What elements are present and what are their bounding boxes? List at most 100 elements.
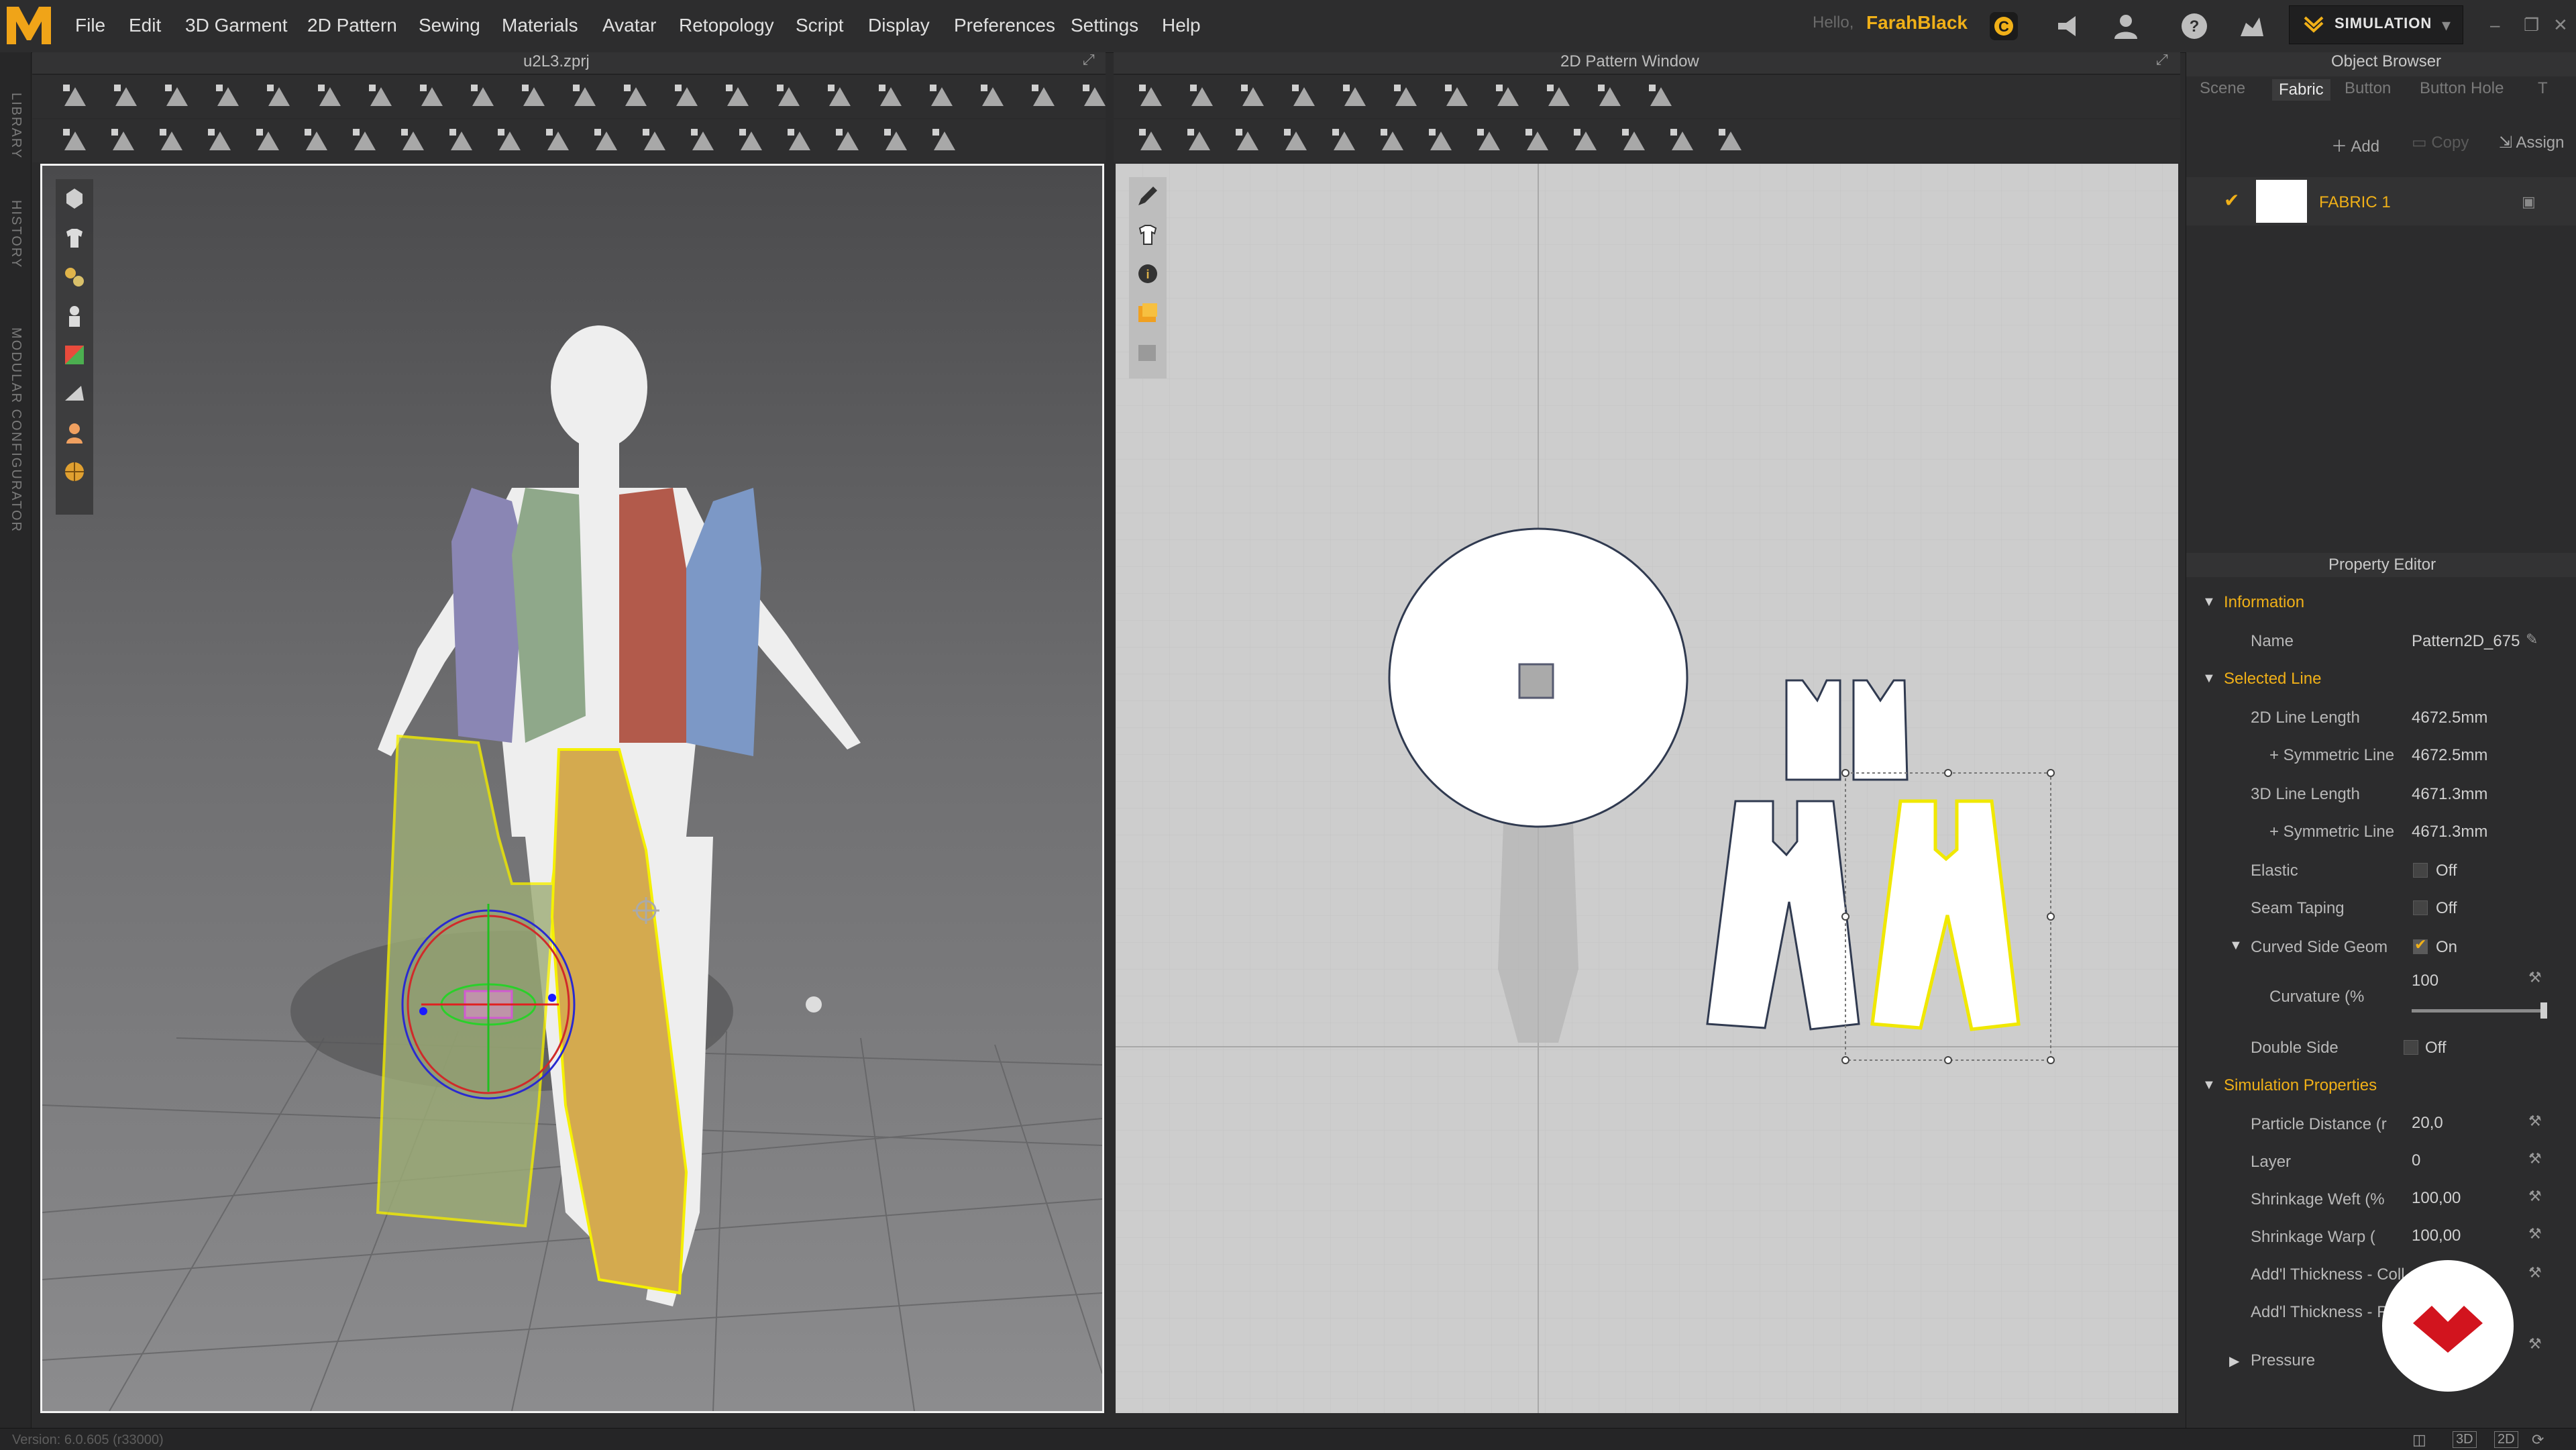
restore-icon[interactable]: ❐ [2524,15,2539,36]
pattern2d-tool-icon[interactable] [1338,79,1373,114]
pattern2d-tool-icon[interactable] [1424,123,1458,158]
modular-configurator-tab[interactable]: MODULAR CONFIGURATOR [8,327,23,533]
double-side-checkbox[interactable] [2404,1040,2418,1055]
fabric-color-icon[interactable] [1134,299,1161,326]
pattern2d-tool-icon[interactable] [1389,79,1424,114]
menu-help[interactable]: Help [1162,15,1201,36]
pattern2d-tool-icon[interactable] [1440,79,1474,114]
garment3d-tool-icon[interactable] [58,79,93,114]
garment3d-tool-icon[interactable] [517,79,551,114]
shading-icon[interactable] [61,380,88,407]
pattern2d-tool-icon[interactable] [1520,123,1555,158]
globe-icon[interactable] [61,458,88,485]
layers-icon[interactable] [1134,338,1161,365]
name-value[interactable]: Pattern2D_675 [2412,632,2520,651]
garment3d-tool-icon[interactable] [203,123,237,158]
wrench-icon[interactable]: ⚒ [2528,1150,2542,1168]
garment3d-tool-icon[interactable] [262,79,297,114]
garment3d-tool-icon[interactable] [771,79,806,114]
wrench-icon[interactable]: ⚒ [2528,1225,2542,1243]
pattern2d-tool-icon[interactable] [1279,123,1313,158]
garment3d-tool-icon[interactable] [927,123,962,158]
garment3d-tool-icon[interactable] [873,79,908,114]
expand-triangle-icon[interactable]: ▶ [2229,1353,2239,1369]
library-tab[interactable]: LIBRARY [8,93,23,159]
pattern2d-tool-icon[interactable] [1491,79,1525,114]
section-information[interactable]: Information [2224,593,2304,612]
collapse-triangle-icon[interactable]: ▼ [2202,594,2216,610]
avatar-mode-icon[interactable] [2237,11,2267,42]
garment3d-tool-icon[interactable] [589,123,624,158]
seam-taping-checkbox[interactable] [2413,900,2428,915]
collapse-triangle-icon[interactable]: ▼ [2202,1078,2216,1093]
garment3d-tool-icon[interactable] [492,123,527,158]
menu-edit[interactable]: Edit [129,15,161,36]
garment3d-tool-icon[interactable] [830,123,865,158]
pattern2d-tool-icon[interactable] [1287,79,1322,114]
menu-materials[interactable]: Materials [502,15,578,36]
texture-icon[interactable] [61,264,88,291]
pattern2d-tool-icon[interactable] [1568,123,1603,158]
garment3d-tool-icon[interactable] [782,123,817,158]
pattern2d-tool-icon[interactable] [1713,123,1748,158]
menu-display[interactable]: Display [868,15,930,36]
pattern2d-tool-icon[interactable] [1593,79,1627,114]
garment3d-tool-icon[interactable] [466,79,500,114]
pattern2d-tool-icon[interactable] [1542,79,1576,114]
garment3d-tool-icon[interactable] [720,79,755,114]
pattern2d-tool-icon[interactable] [1327,123,1362,158]
pattern2d-tool-icon[interactable] [1230,123,1265,158]
elastic-checkbox[interactable] [2413,863,2428,878]
edit-pencil-icon[interactable]: ✎ [2526,631,2538,648]
garment3d-tool-icon[interactable] [58,123,93,158]
garment3d-tool-icon[interactable] [669,79,704,114]
garment3d-tool-icon[interactable] [154,123,189,158]
garment3d-tool-icon[interactable] [444,123,479,158]
particle-distance-value[interactable]: 20,0 [2412,1114,2443,1133]
refresh-icon[interactable]: ⟳ [2532,1431,2544,1449]
chevron-down-icon[interactable]: ▾ [2442,15,2451,36]
expand-icon[interactable]: ⤢ [2156,51,2168,68]
garment3d-tool-icon[interactable] [396,123,431,158]
garment3d-tool-icon[interactable] [568,79,602,114]
help-icon[interactable]: ? [2179,11,2210,42]
minimize-icon[interactable]: – [2490,15,2500,36]
viewport-2d[interactable]: i [1116,164,2178,1413]
garment3d-tool-icon[interactable] [109,79,144,114]
tab-fabric[interactable]: Fabric [2272,79,2330,101]
garment3d-tool-icon[interactable] [106,123,141,158]
garment-icon[interactable] [61,225,88,252]
copy-button[interactable]: ▭ Copy [2412,133,2469,152]
wrench-icon[interactable]: ⚒ [2528,969,2542,986]
curvature-slider-handle[interactable] [2540,1002,2547,1019]
add-button[interactable]: ＋ Add [2331,133,2379,156]
garment3d-tool-icon[interactable] [924,79,959,114]
menu-file[interactable]: File [75,15,105,36]
menu-sewing[interactable]: Sewing [419,15,480,36]
layout-split-icon[interactable]: ◫ [2412,1431,2426,1449]
tab-more[interactable]: T [2538,79,2548,98]
collapse-triangle-icon[interactable]: ▼ [2229,938,2243,953]
assign-button[interactable]: ⇲ Assign [2499,133,2565,152]
view-3d-icon[interactable]: 3D [2453,1431,2477,1448]
garment3d-tool-icon[interactable] [415,79,449,114]
pattern2d-tool-icon[interactable] [1617,123,1652,158]
view-2d-icon[interactable]: 2D [2494,1431,2518,1448]
menu-script[interactable]: Script [796,15,844,36]
pencil-icon[interactable] [1134,183,1161,209]
cloud-icon[interactable]: C [1988,11,2019,42]
pattern2d-tool-icon[interactable] [1134,79,1169,114]
garment-2d-icon[interactable] [1134,221,1161,248]
fabric-name[interactable]: FABRIC 1 [2319,193,2391,212]
garment3d-tool-icon[interactable] [313,79,347,114]
garment3d-tool-icon[interactable] [975,79,1010,114]
garment3d-tool-icon[interactable] [347,123,382,158]
curvature-value[interactable]: 100 [2412,972,2438,990]
tab-button-hole[interactable]: Button Hole [2420,79,2504,98]
section-selected-line[interactable]: Selected Line [2224,670,2321,688]
shrinkage-weft-value[interactable]: 100,00 [2412,1189,2461,1208]
garment3d-tool-icon[interactable] [686,123,720,158]
garment3d-tool-icon[interactable] [879,123,914,158]
menu-preferences[interactable]: Preferences [954,15,1055,36]
user-icon[interactable] [2110,11,2141,42]
